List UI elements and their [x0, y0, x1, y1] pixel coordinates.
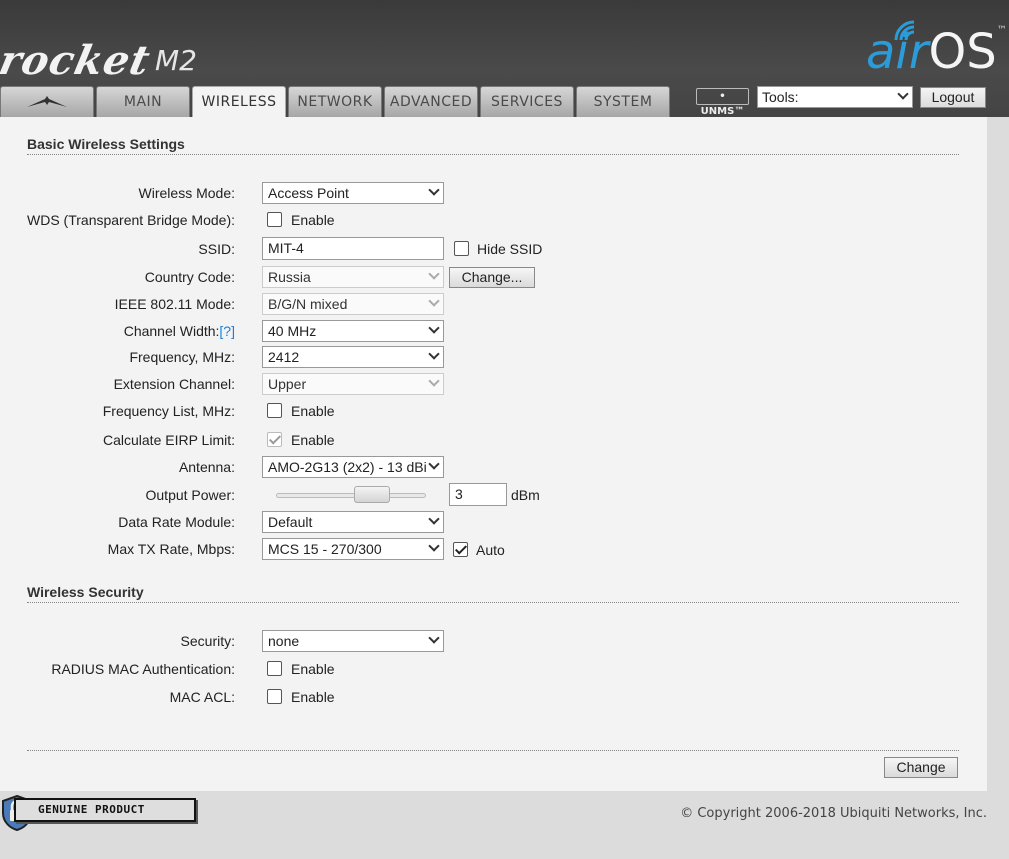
- genuine-product-badge: GENUINE PRODUCT: [0, 795, 196, 831]
- ssid-label: SSID:: [198, 241, 235, 257]
- max-tx-rate-label: Max TX Rate, Mbps:: [107, 541, 235, 557]
- extension-channel-label: Extension Channel:: [113, 376, 235, 392]
- basic-settings-title: Basic Wireless Settings: [27, 136, 185, 152]
- antenna-label: Antenna:: [178, 459, 235, 475]
- tab-wireless[interactable]: WIRELESS: [192, 86, 286, 118]
- data-rate-module-select[interactable]: Default: [262, 511, 444, 533]
- output-power-slider-handle[interactable]: [354, 486, 390, 503]
- chevron-down-icon: [428, 322, 440, 334]
- max-tx-rate-value: MCS 15 - 270/300: [268, 541, 382, 557]
- airos-tm: ™: [996, 25, 1007, 36]
- antenna-select[interactable]: AMO-2G13 (2x2) - 13 dBi: [262, 456, 444, 478]
- tab-ubnt-home[interactable]: [0, 86, 94, 117]
- tab-network[interactable]: NETWORK: [288, 86, 382, 117]
- output-power-slider-track[interactable]: [276, 493, 426, 498]
- hide-ssid-checkbox[interactable]: [454, 241, 469, 256]
- wds-enable-text: Enable: [291, 212, 335, 228]
- security-label: Security:: [180, 633, 235, 649]
- frequency-list-checkbox[interactable]: [267, 403, 282, 418]
- max-tx-auto-checkbox[interactable]: [453, 542, 468, 557]
- mac-acl-enable-text: Enable: [291, 689, 335, 705]
- max-tx-auto-text: Auto: [476, 542, 505, 558]
- frequency-list-enable-text: Enable: [291, 403, 335, 419]
- wireless-mode-label: Wireless Mode:: [138, 185, 235, 201]
- tab-services[interactable]: SERVICES: [480, 86, 574, 117]
- channel-width-label: Channel Width:[?]: [124, 323, 235, 339]
- airos-os: OS: [928, 24, 997, 80]
- model-name: M2: [155, 44, 197, 77]
- genuine-product-text: GENUINE PRODUCT: [14, 798, 196, 822]
- header: rocket M2 airOS™ MAIN WIRELESS NETWORK A…: [0, 0, 1009, 118]
- ieee-mode-select: B/G/N mixed: [262, 293, 444, 315]
- chevron-down-icon: [428, 513, 440, 525]
- chevron-down-icon: [428, 268, 440, 280]
- max-tx-rate-select[interactable]: MCS 15 - 270/300: [262, 538, 444, 560]
- mac-acl-label: MAC ACL:: [169, 689, 235, 705]
- chevron-down-icon: [428, 632, 440, 644]
- tab-advanced[interactable]: ADVANCED: [384, 86, 478, 117]
- chevron-down-icon: [428, 295, 440, 307]
- data-rate-module-value: Default: [268, 514, 313, 530]
- frequency-select[interactable]: 2412: [262, 346, 444, 368]
- radius-mac-auth-label: RADIUS MAC Authentication:: [51, 661, 235, 677]
- ieee-mode-value: B/G/N mixed: [268, 296, 348, 312]
- chevron-down-icon: [428, 375, 440, 387]
- wireless-mode-value: Access Point: [268, 185, 349, 201]
- output-power-input[interactable]: 3: [449, 483, 507, 506]
- channel-width-select[interactable]: 40 MHz: [262, 320, 444, 342]
- section-divider: [27, 750, 959, 751]
- mac-acl-checkbox[interactable]: [267, 689, 282, 704]
- wds-label: WDS (Transparent Bridge Mode):: [27, 212, 235, 228]
- chevron-down-icon: [428, 184, 440, 196]
- chevron-down-icon: [428, 540, 440, 552]
- settings-panel: Basic Wireless Settings Wireless Mode: A…: [0, 117, 987, 791]
- security-select[interactable]: none: [262, 630, 444, 652]
- unms-button[interactable]: • UNMS™: [696, 88, 749, 117]
- ssid-input[interactable]: MIT-4: [262, 237, 444, 260]
- eirp-limit-label: Calculate EIRP Limit:: [102, 432, 235, 448]
- extension-channel-select: Upper: [262, 373, 444, 395]
- hide-ssid-text: Hide SSID: [477, 241, 543, 257]
- radius-mac-auth-enable-text: Enable: [291, 661, 335, 677]
- airos-logo: airOS™: [866, 20, 1007, 80]
- logout-button[interactable]: Logout: [920, 87, 986, 108]
- tools-select[interactable]: Tools:: [757, 86, 913, 108]
- radius-mac-auth-checkbox[interactable]: [267, 661, 282, 676]
- section-divider: [27, 154, 959, 155]
- channel-width-value: 40 MHz: [268, 323, 317, 339]
- security-value: none: [268, 633, 300, 649]
- country-code-select: Russia: [262, 266, 444, 288]
- copyright-text: © Copyright 2006-2018 Ubiquiti Networks,…: [680, 806, 987, 821]
- tab-main[interactable]: MAIN: [96, 86, 190, 117]
- tab-system[interactable]: SYSTEM: [576, 86, 670, 117]
- wifi-waves-icon: [894, 20, 915, 41]
- brand-logo: rocket: [0, 37, 155, 84]
- country-code-label: Country Code:: [144, 269, 235, 285]
- country-change-button[interactable]: Change...: [449, 267, 535, 288]
- ubiquiti-logo-icon: [27, 96, 67, 107]
- change-button[interactable]: Change: [884, 757, 958, 778]
- output-power-label: Output Power:: [145, 487, 236, 503]
- frequency-list-label: Frequency List, MHz:: [102, 403, 235, 419]
- data-rate-module-label: Data Rate Module:: [118, 514, 235, 530]
- wireless-security-title: Wireless Security: [27, 584, 144, 600]
- chevron-down-icon: [897, 88, 909, 100]
- frequency-value: 2412: [268, 349, 300, 365]
- channel-width-label-text: Channel Width:: [123, 323, 220, 339]
- eirp-limit-enable-text: Enable: [291, 432, 335, 448]
- antenna-value: AMO-2G13 (2x2) - 13 dBi: [268, 459, 427, 475]
- channel-width-help-link[interactable]: [?]: [219, 323, 235, 339]
- wds-checkbox[interactable]: [267, 212, 282, 227]
- output-power-unit: dBm: [511, 487, 540, 503]
- tools-select-value: Tools:: [762, 89, 799, 105]
- ieee-mode-label: IEEE 802.11 Mode:: [114, 296, 235, 312]
- wireless-mode-select[interactable]: Access Point: [262, 182, 444, 204]
- frequency-label: Frequency, MHz:: [129, 349, 235, 365]
- extension-channel-value: Upper: [268, 376, 307, 392]
- eirp-limit-checkbox[interactable]: [267, 432, 282, 447]
- section-divider: [27, 602, 959, 603]
- chevron-down-icon: [428, 348, 440, 360]
- country-code-value: Russia: [268, 269, 311, 285]
- chevron-down-icon: [428, 458, 440, 470]
